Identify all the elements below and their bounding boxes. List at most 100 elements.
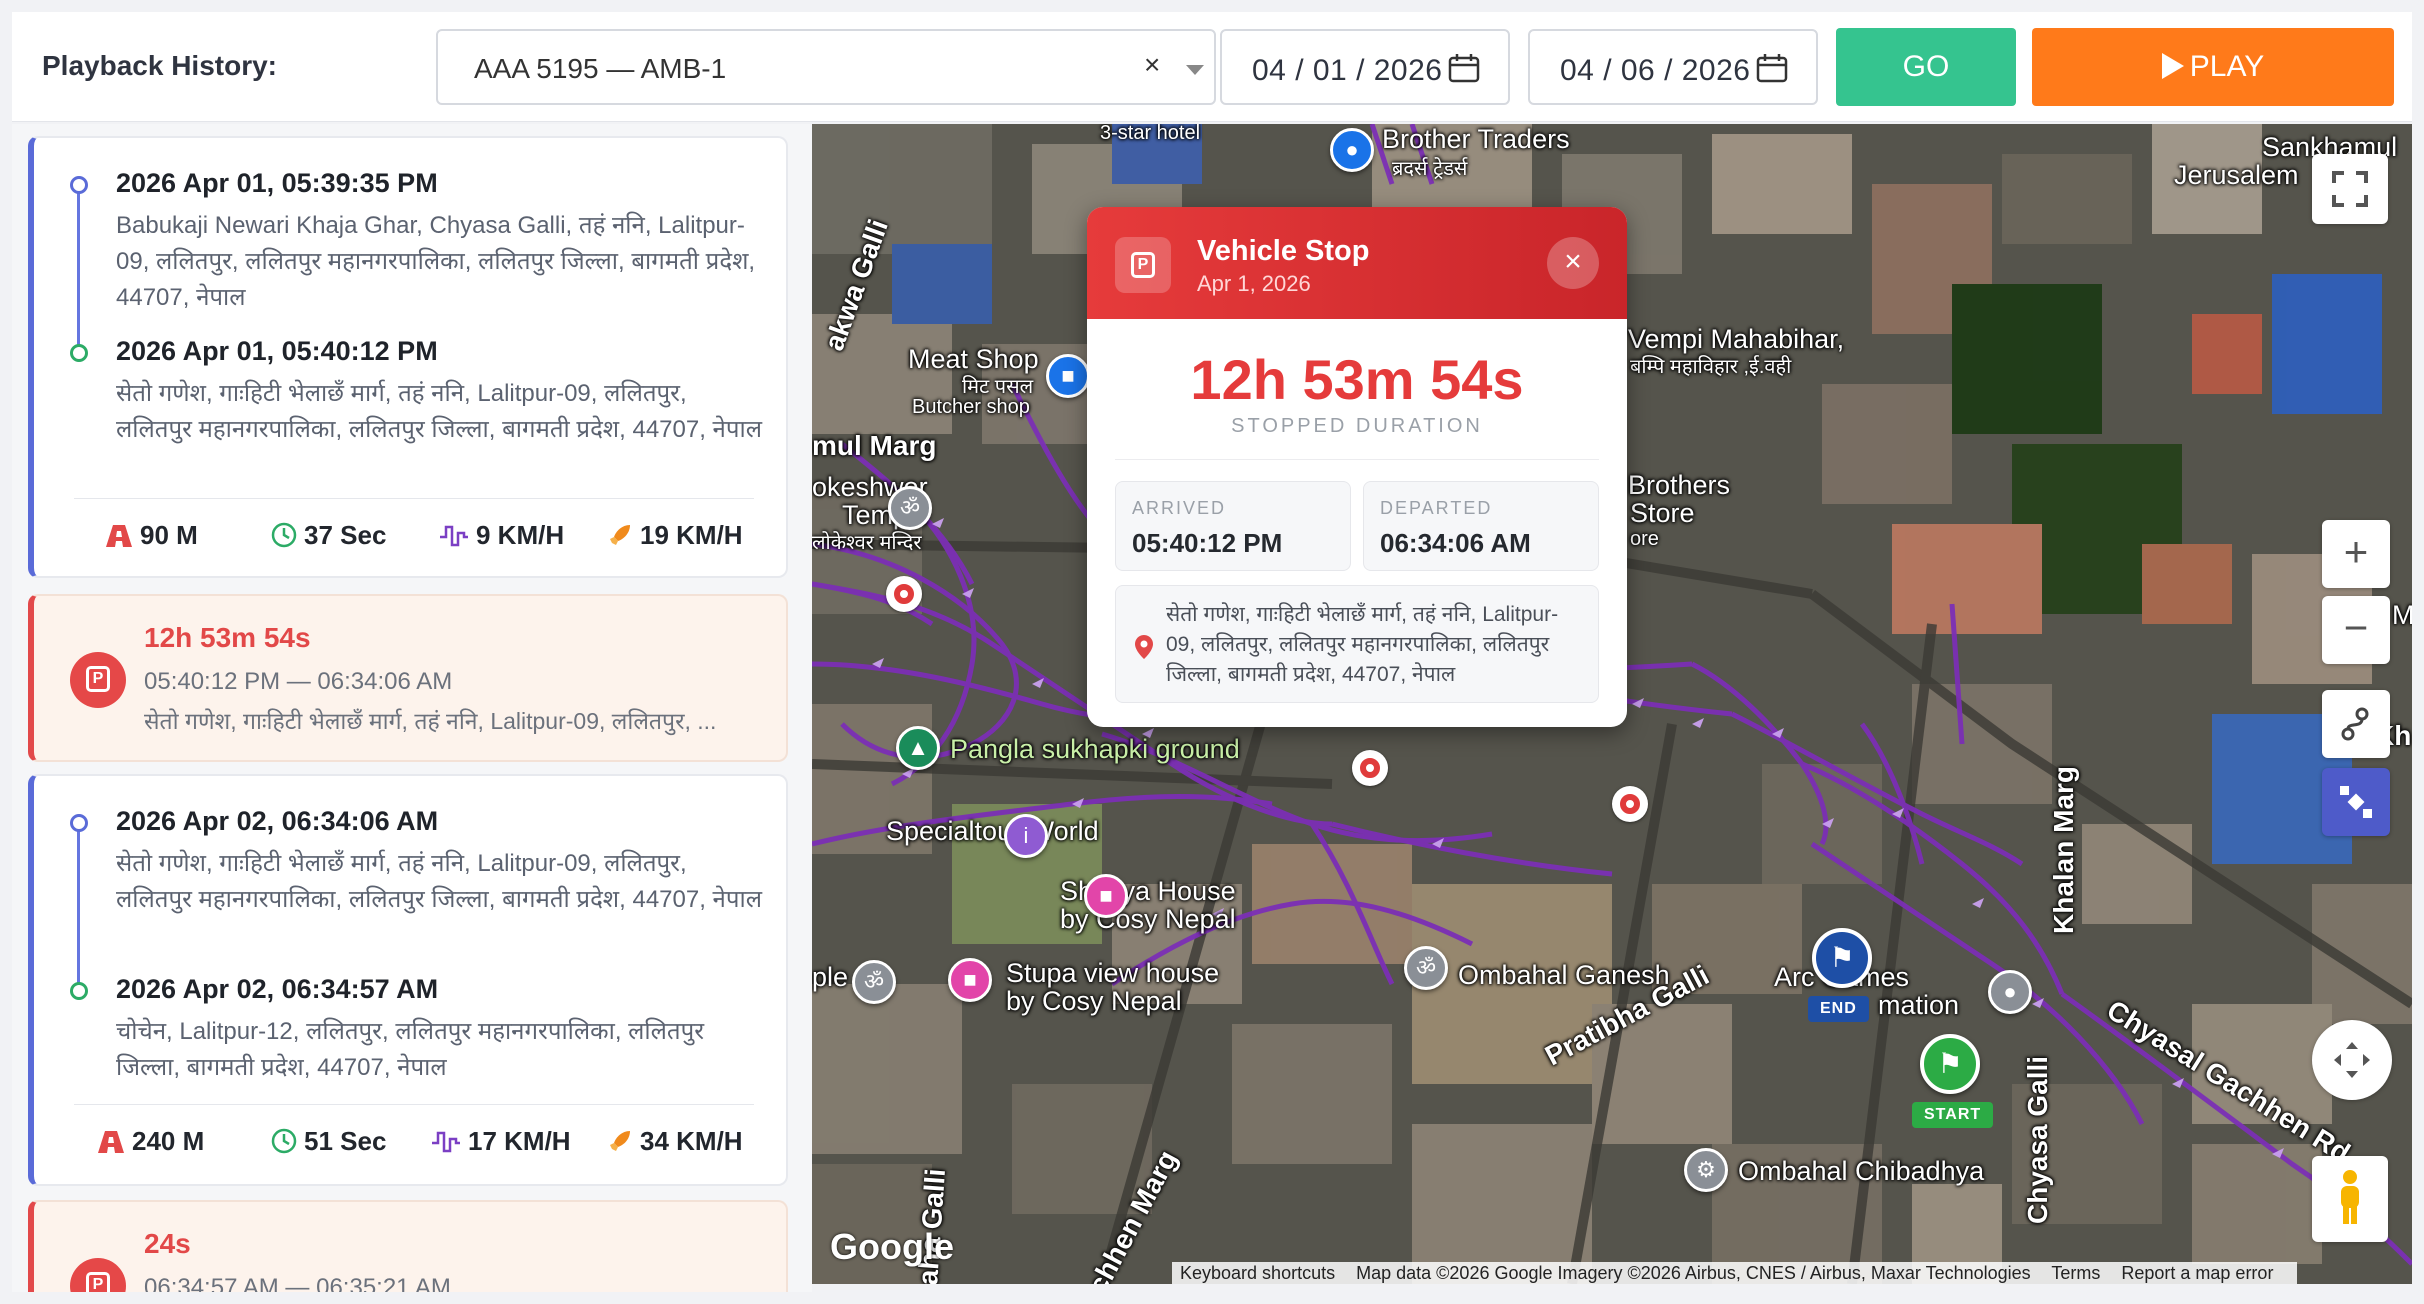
map-pan-control[interactable] xyxy=(2312,1020,2392,1100)
parking-icon: P xyxy=(70,652,126,708)
trip-start-address: सेतो गणेश, गाःहिटी भेलाछँ मार्ग, तहं ननि… xyxy=(116,850,762,913)
map-data-text: Map data ©2026 Google Imagery ©2026 Airb… xyxy=(1356,1263,2031,1283)
pulse-icon xyxy=(432,1131,460,1153)
vehicle-select[interactable]: AAA 5195 — AMB-1 × xyxy=(436,29,1216,105)
keyboard-shortcuts-link[interactable]: Keyboard shortcuts xyxy=(1180,1263,1335,1283)
terms-link[interactable]: Terms xyxy=(2051,1263,2100,1283)
zoom-in-button[interactable]: + xyxy=(2322,520,2390,588)
trip-start-time: 2026 Apr 02, 06:34:06 AM xyxy=(116,806,439,836)
vehicle-select-value: AAA 5195 — AMB-1 xyxy=(474,53,727,84)
map-label: ore xyxy=(1630,528,1659,550)
map-label: Stupa view house xyxy=(1006,958,1220,988)
map-pin-icon xyxy=(1135,635,1153,659)
checkered-flag-icon[interactable]: ⚑ xyxy=(1812,928,1872,988)
map-attribution: Keyboard shortcuts Map data ©2026 Google… xyxy=(1172,1262,2298,1284)
duration-stat: 37 Sec xyxy=(270,520,386,551)
map-label: Ombahal Chibadhya xyxy=(1738,1156,1985,1186)
trip-start-dot xyxy=(70,814,88,832)
map-label: Pangla sukhapki ground xyxy=(950,734,1240,764)
distance-value: 240 M xyxy=(132,1126,205,1156)
play-button[interactable]: PLAY xyxy=(2032,28,2394,106)
stop-duration: 12h 53m 54s xyxy=(144,622,311,653)
stop-address: सेतो गणेश, गाःहिटी भेलाछँ मार्ग, तहं ननि… xyxy=(144,708,717,734)
stop-card[interactable]: P 24s 06:34:57 AM — 06:35:21 AM xyxy=(28,1200,788,1292)
clear-selection-icon[interactable]: × xyxy=(1144,49,1160,81)
pulse-icon xyxy=(440,525,468,547)
avg-speed-stat: 17 KM/H xyxy=(430,1126,571,1157)
date-to-input[interactable]: 04 / 06 / 2026 xyxy=(1528,29,1818,105)
popup-date: Apr 1, 2026 xyxy=(1197,271,1311,296)
location-icon[interactable]: ● xyxy=(1988,970,2032,1014)
close-icon[interactable]: × xyxy=(1547,237,1599,289)
calendar-icon[interactable] xyxy=(1448,53,1480,83)
map-label: mation xyxy=(1878,990,1960,1020)
map-label: Store xyxy=(1630,498,1695,528)
map-label: ple xyxy=(812,962,849,992)
play-button-label: PLAY xyxy=(2189,50,2265,83)
stopped-duration-label: STOPPED DURATION xyxy=(1231,415,1483,437)
divider xyxy=(1115,459,1599,460)
arrived-box: ARRIVED 05:40:12 PM xyxy=(1115,481,1351,571)
report-error-link[interactable]: Report a map error xyxy=(2121,1263,2273,1283)
timeline-line xyxy=(77,184,80,356)
start-tag: START xyxy=(1912,1102,1994,1128)
stop-marker[interactable] xyxy=(1612,786,1648,822)
info-icon[interactable]: i xyxy=(1004,814,1048,858)
parking-icon: P xyxy=(70,1258,126,1292)
clock-icon xyxy=(271,1128,297,1154)
departed-box: DEPARTED 06:34:06 AM xyxy=(1363,481,1599,571)
street-view-pegman-icon[interactable] xyxy=(2312,1156,2388,1242)
popup-header: P Vehicle Stop Apr 1, 2026 × xyxy=(1087,207,1627,319)
departed-label: DEPARTED xyxy=(1380,498,1493,518)
trip-card[interactable]: 2026 Apr 02, 06:34:06 AM सेतो गणेश, गाःह… xyxy=(28,774,788,1186)
road-icon xyxy=(98,1131,124,1153)
stopped-duration: 12h 53m 54s xyxy=(1190,348,1524,411)
route-icon[interactable] xyxy=(2322,690,2390,758)
avg-speed-value: 9 KM/H xyxy=(476,520,565,550)
chevron-down-icon[interactable] xyxy=(1186,65,1204,75)
temple-icon[interactable]: ॐ xyxy=(888,486,932,530)
trip-end-address: सेतो गणेश, गाःहिटी भेलाछँ मार्ग, तहं ननि… xyxy=(116,380,762,443)
fullscreen-icon[interactable] xyxy=(2312,154,2388,224)
trip-end-dot xyxy=(70,344,88,362)
go-button[interactable]: GO xyxy=(1836,28,2016,106)
shopping-bag-icon[interactable]: ● xyxy=(1330,128,1374,172)
stop-duration: 24s xyxy=(144,1228,191,1259)
temple-icon[interactable]: ॐ xyxy=(852,960,896,1004)
satellite-icon[interactable] xyxy=(2322,768,2390,836)
stop-card[interactable]: P 12h 53m 54s 05:40:12 PM — 06:34:06 AM … xyxy=(28,594,788,762)
duration-value: 37 Sec xyxy=(304,520,387,550)
map-label: by Cosy Nepal xyxy=(1060,904,1236,934)
divider xyxy=(74,1104,754,1105)
calendar-icon[interactable] xyxy=(1756,53,1788,83)
max-speed-stat: 19 KM/H xyxy=(606,520,743,551)
map-label: Specialtour World xyxy=(886,816,1099,846)
shopping-cart-icon[interactable]: ■ xyxy=(1046,354,1090,398)
map-label: ब्रदर्स ट्रेडर्स xyxy=(1392,158,1468,180)
trip-history-list[interactable]: 2026 Apr 01, 05:39:35 PM Babukaji Newari… xyxy=(12,124,812,1292)
clock-icon xyxy=(271,522,297,548)
rocket-icon xyxy=(610,525,630,545)
trip-start-address: Babukaji Newari Khaja Ghar, Chyasa Galli… xyxy=(116,212,756,311)
map-label: Brother Traders xyxy=(1382,124,1570,154)
trip-stats: 240 M 51 Sec 17 KM/H 34 KM/H xyxy=(34,1126,794,1166)
park-icon[interactable]: ▲ xyxy=(896,726,940,770)
hotel-icon[interactable]: ■ xyxy=(1084,874,1128,918)
zoom-out-button[interactable]: − xyxy=(2322,596,2390,664)
map-label: मिट पसल xyxy=(962,376,1034,398)
stop-marker[interactable] xyxy=(886,576,922,612)
trip-end-time: 2026 Apr 01, 05:40:12 PM xyxy=(116,336,438,366)
trip-card[interactable]: 2026 Apr 01, 05:39:35 PM Babukaji Newari… xyxy=(28,136,788,578)
flag-icon[interactable]: ⚑ xyxy=(1920,1034,1980,1094)
gear-icon[interactable]: ⚙ xyxy=(1684,1148,1728,1192)
stop-marker[interactable] xyxy=(1352,750,1388,786)
google-logo: Google xyxy=(830,1226,954,1267)
avg-speed-stat: 9 KM/H xyxy=(438,520,564,551)
bed-icon[interactable]: ■ xyxy=(948,958,992,1002)
play-icon xyxy=(2161,53,2184,79)
map-label: Chyasa Galli xyxy=(2022,1055,2053,1224)
map-label: 3-star hotel xyxy=(1100,124,1201,144)
temple-icon[interactable]: ॐ xyxy=(1404,946,1448,990)
date-from-input[interactable]: 04 / 01 / 2026 xyxy=(1220,29,1510,105)
map-label: Khalan Marg xyxy=(2048,765,2079,934)
